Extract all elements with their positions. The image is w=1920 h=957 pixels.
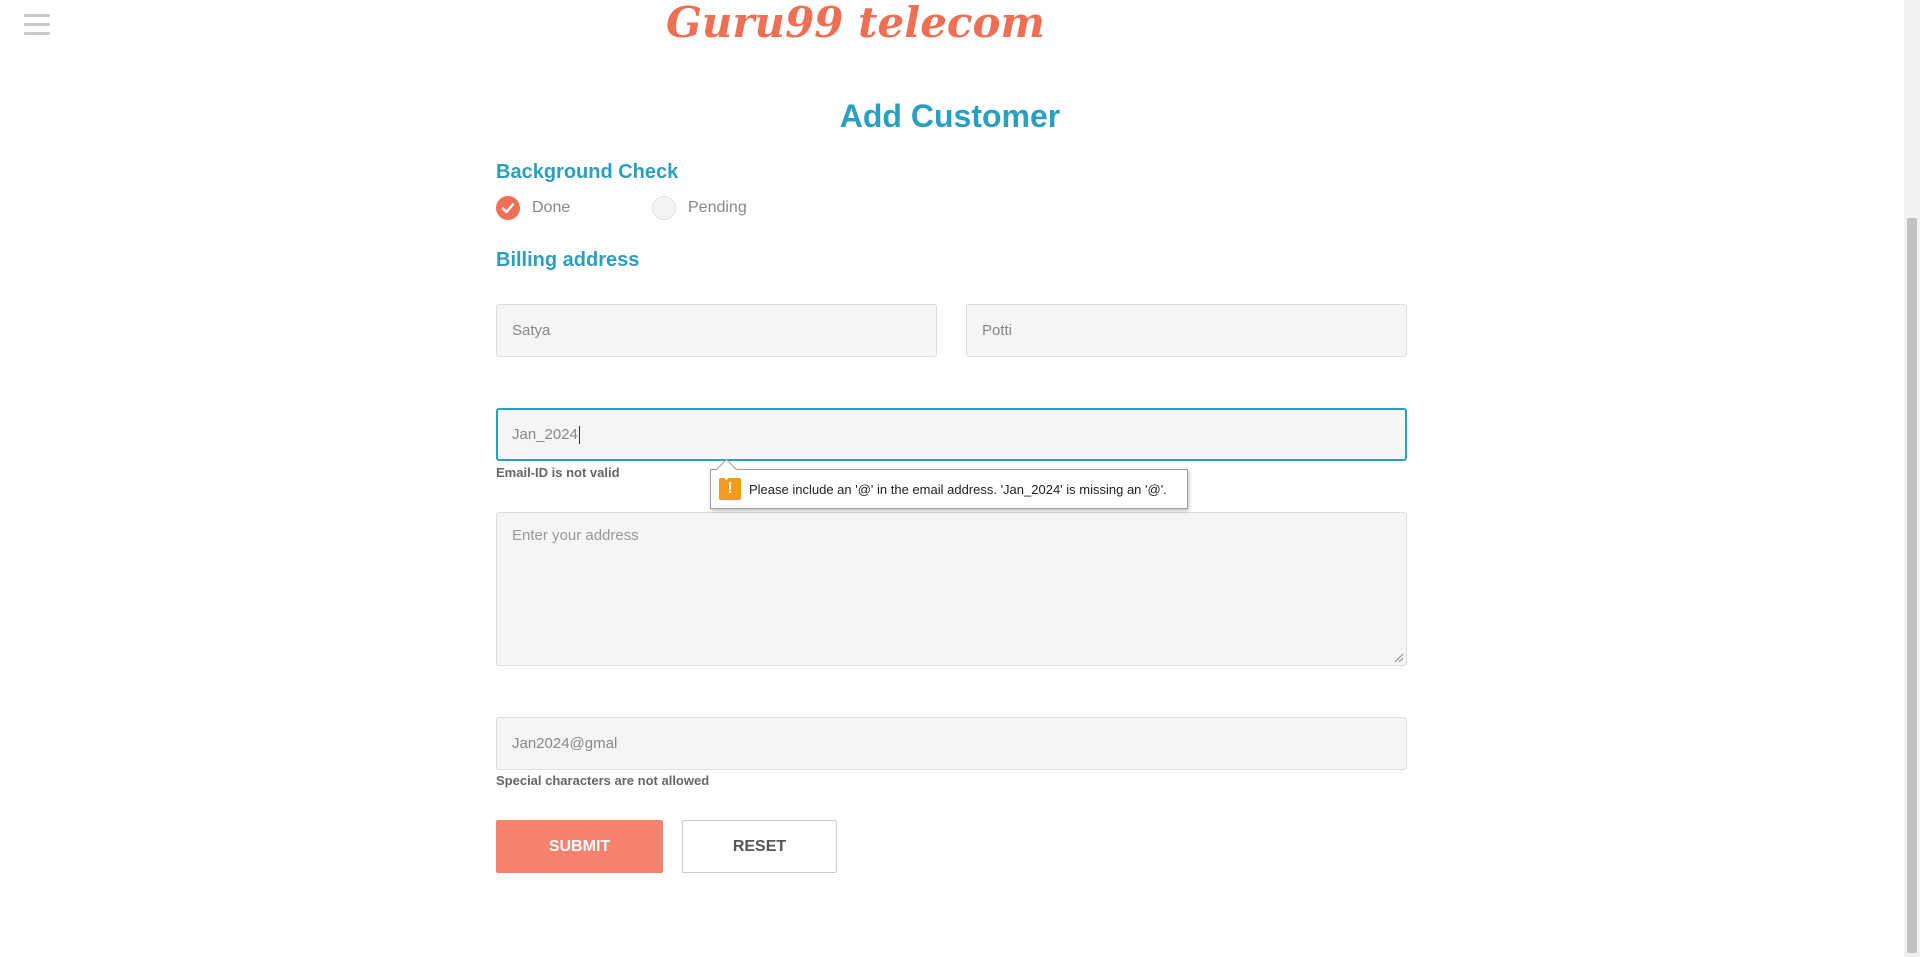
- scrollbar-thumb[interactable]: [1907, 218, 1917, 953]
- last-name-value: Potti: [982, 322, 1013, 339]
- address-textarea[interactable]: Enter your address: [496, 512, 1407, 666]
- email-input[interactable]: Jan_2024: [496, 408, 1407, 461]
- text-caret: [578, 425, 580, 444]
- billing-address-heading: Billing address: [496, 249, 640, 271]
- email-value: Jan_2024: [512, 426, 578, 443]
- resize-grip-icon[interactable]: [1394, 653, 1404, 663]
- radio-pending-label: Pending: [688, 199, 747, 216]
- phone-input[interactable]: Jan2024@gmal: [496, 717, 1407, 770]
- last-name-input[interactable]: Potti: [966, 304, 1407, 357]
- submit-button[interactable]: SUBMIT: [496, 820, 663, 873]
- radio-done-label: Done: [532, 199, 571, 216]
- first-name-input[interactable]: Satya: [496, 304, 937, 357]
- radio-unchecked-icon: [652, 196, 676, 220]
- tooltip-message: Please include an '@' in the email addre…: [749, 481, 1167, 497]
- address-placeholder: Enter your address: [512, 527, 639, 544]
- radio-done[interactable]: Done: [496, 196, 570, 220]
- hamburger-menu-icon[interactable]: [24, 14, 50, 36]
- vertical-scrollbar[interactable]: [1904, 0, 1920, 957]
- reset-button[interactable]: RESET: [682, 820, 837, 873]
- first-name-value: Satya: [512, 322, 551, 339]
- radio-pending[interactable]: Pending: [652, 196, 747, 220]
- phone-error-message: Special characters are not allowed: [496, 773, 710, 788]
- warning-icon: !: [719, 478, 741, 500]
- email-error-message: Email-ID is not valid: [496, 465, 620, 480]
- background-check-heading: Background Check: [496, 161, 679, 183]
- check-icon: [496, 196, 520, 220]
- tooltip-arrow: [715, 458, 738, 481]
- logo: Guru99 telecom: [666, 0, 1045, 47]
- page-title: Add Customer: [839, 98, 1061, 134]
- phone-value: Jan2024@gmal: [512, 735, 618, 752]
- validation-tooltip: ! Please include an '@' in the email add…: [710, 458, 1188, 509]
